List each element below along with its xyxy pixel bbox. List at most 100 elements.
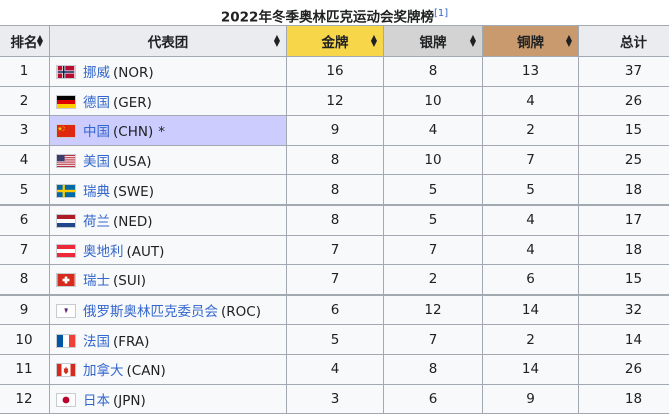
rank-cell: 5 xyxy=(0,175,50,205)
silver-cell: 5 xyxy=(384,175,483,205)
nation-link[interactable]: 荷兰 xyxy=(83,214,110,230)
total-cell: 37 xyxy=(579,57,669,87)
medal-table: 排名▲▼ 代表团▲▼ 金牌▲▼ 银牌▲▼ 铜牌▲▼ 总计▲▼ 1挪威(NOR)1… xyxy=(0,25,669,414)
flag-norway-icon xyxy=(56,65,76,79)
total-cell: 25 xyxy=(579,145,669,175)
bronze-cell: 9 xyxy=(483,384,579,414)
flag-canada-icon xyxy=(56,363,76,377)
rank-cell: 9 xyxy=(0,295,50,325)
sort-arrows-icon[interactable]: ▲▼ xyxy=(274,35,280,47)
nation-cell: 美国(USA) xyxy=(50,145,287,175)
rank-cell: 11 xyxy=(0,354,50,384)
nation-cell: 奥地利(AUT) xyxy=(50,235,287,265)
gold-cell: 8 xyxy=(287,145,384,175)
nation-code: (CAN) xyxy=(127,363,166,379)
rank-cell: 4 xyxy=(0,145,50,175)
sort-arrows-icon[interactable]: ▲▼ xyxy=(371,35,377,47)
bronze-cell: 7 xyxy=(483,145,579,175)
total-cell: 15 xyxy=(579,265,669,295)
nation-cell: 俄罗斯奥林匹克委员会(ROC) xyxy=(50,295,287,325)
table-row: 11加拿大(CAN)481426 xyxy=(0,354,669,384)
nation-code: (SWE) xyxy=(113,184,154,200)
header-row: 排名▲▼ 代表团▲▼ 金牌▲▼ 银牌▲▼ 铜牌▲▼ 总计▲▼ xyxy=(0,26,669,57)
header-nation[interactable]: 代表团▲▼ xyxy=(50,26,287,57)
nation-link[interactable]: 挪威 xyxy=(83,65,110,81)
nation-link[interactable]: 日本 xyxy=(83,393,110,409)
table-row: 12日本(JPN)36918 xyxy=(0,384,669,414)
table-row: 7奥地利(AUT)77418 xyxy=(0,235,669,265)
silver-cell: 10 xyxy=(384,145,483,175)
gold-cell: 8 xyxy=(287,205,384,235)
flag-china-icon xyxy=(56,124,76,138)
gold-cell: 4 xyxy=(287,354,384,384)
header-silver[interactable]: 银牌▲▼ xyxy=(384,26,483,57)
nation-cell: 中国(CHN)* xyxy=(50,116,287,146)
flag-germany-icon xyxy=(56,95,76,109)
bronze-cell: 6 xyxy=(483,265,579,295)
gold-cell: 7 xyxy=(287,235,384,265)
nation-cell: 德国(GER) xyxy=(50,86,287,116)
nation-link[interactable]: 俄罗斯奥林匹克委员会 xyxy=(83,304,218,320)
table-row: 9俄罗斯奥林匹克委员会(ROC)6121432 xyxy=(0,295,669,325)
table-row: 3中国(CHN)*94215 xyxy=(0,116,669,146)
nation-link[interactable]: 德国 xyxy=(83,95,110,111)
nation-cell: 日本(JPN) xyxy=(50,384,287,414)
rank-cell: 3 xyxy=(0,116,50,146)
gold-cell: 12 xyxy=(287,86,384,116)
table-row: 10法国(FRA)57214 xyxy=(0,325,669,355)
nation-link[interactable]: 瑞典 xyxy=(83,184,110,200)
footnote-link[interactable]: [1] xyxy=(434,8,448,19)
total-cell: 26 xyxy=(579,86,669,116)
silver-cell: 5 xyxy=(384,205,483,235)
nation-cell: 瑞典(SWE) xyxy=(50,175,287,205)
nation-link[interactable]: 瑞士 xyxy=(83,273,110,289)
rank-cell: 12 xyxy=(0,384,50,414)
silver-cell: 2 xyxy=(384,265,483,295)
nation-code: (ROC) xyxy=(221,304,261,320)
gold-cell: 6 xyxy=(287,295,384,325)
nation-cell: 加拿大(CAN) xyxy=(50,354,287,384)
nation-code: (CHN) xyxy=(113,124,153,140)
flag-japan-icon xyxy=(56,393,76,407)
rank-cell: 7 xyxy=(0,235,50,265)
table-title: 2022年冬季奥林匹克运动会奖牌榜 xyxy=(221,10,434,26)
rank-cell: 1 xyxy=(0,57,50,87)
bronze-cell: 2 xyxy=(483,116,579,146)
flag-netherlands-icon xyxy=(56,214,76,228)
nation-link[interactable]: 美国 xyxy=(83,154,110,170)
header-gold[interactable]: 金牌▲▼ xyxy=(287,26,384,57)
rank-cell: 10 xyxy=(0,325,50,355)
sort-arrows-icon[interactable]: ▲▼ xyxy=(37,35,43,47)
nation-code: (USA) xyxy=(113,154,151,170)
nation-code: (GER) xyxy=(113,95,152,111)
nation-link[interactable]: 法国 xyxy=(83,334,110,350)
bronze-cell: 14 xyxy=(483,354,579,384)
sort-arrows-icon[interactable]: ▲▼ xyxy=(470,35,476,47)
nation-link[interactable]: 中国 xyxy=(83,124,110,140)
header-total[interactable]: 总计▲▼ xyxy=(579,26,669,57)
silver-cell: 4 xyxy=(384,116,483,146)
nation-cell: 法国(FRA) xyxy=(50,325,287,355)
nation-code: (SUI) xyxy=(113,273,146,289)
bronze-cell: 4 xyxy=(483,86,579,116)
gold-cell: 7 xyxy=(287,265,384,295)
table-row: 2德国(GER)1210426 xyxy=(0,86,669,116)
total-cell: 26 xyxy=(579,354,669,384)
flag-france-icon xyxy=(56,334,76,348)
table-row: 5瑞典(SWE)85518 xyxy=(0,175,669,205)
flag-sweden-icon xyxy=(56,184,76,198)
flag-austria-icon xyxy=(56,244,76,258)
flag-switzerland-icon xyxy=(56,273,76,287)
header-rank[interactable]: 排名▲▼ xyxy=(0,26,50,57)
total-cell: 17 xyxy=(579,205,669,235)
table-row: 1挪威(NOR)1681337 xyxy=(0,57,669,87)
nation-link[interactable]: 奥地利 xyxy=(83,244,124,260)
sort-arrows-icon[interactable]: ▲▼ xyxy=(566,35,572,47)
header-bronze[interactable]: 铜牌▲▼ xyxy=(483,26,579,57)
silver-cell: 7 xyxy=(384,325,483,355)
nation-link[interactable]: 加拿大 xyxy=(83,363,124,379)
total-cell: 14 xyxy=(579,325,669,355)
bronze-cell: 4 xyxy=(483,205,579,235)
footnote-ref[interactable]: [1] xyxy=(434,6,448,19)
table-caption: 2022年冬季奥林匹克运动会奖牌榜[1] xyxy=(0,0,669,25)
